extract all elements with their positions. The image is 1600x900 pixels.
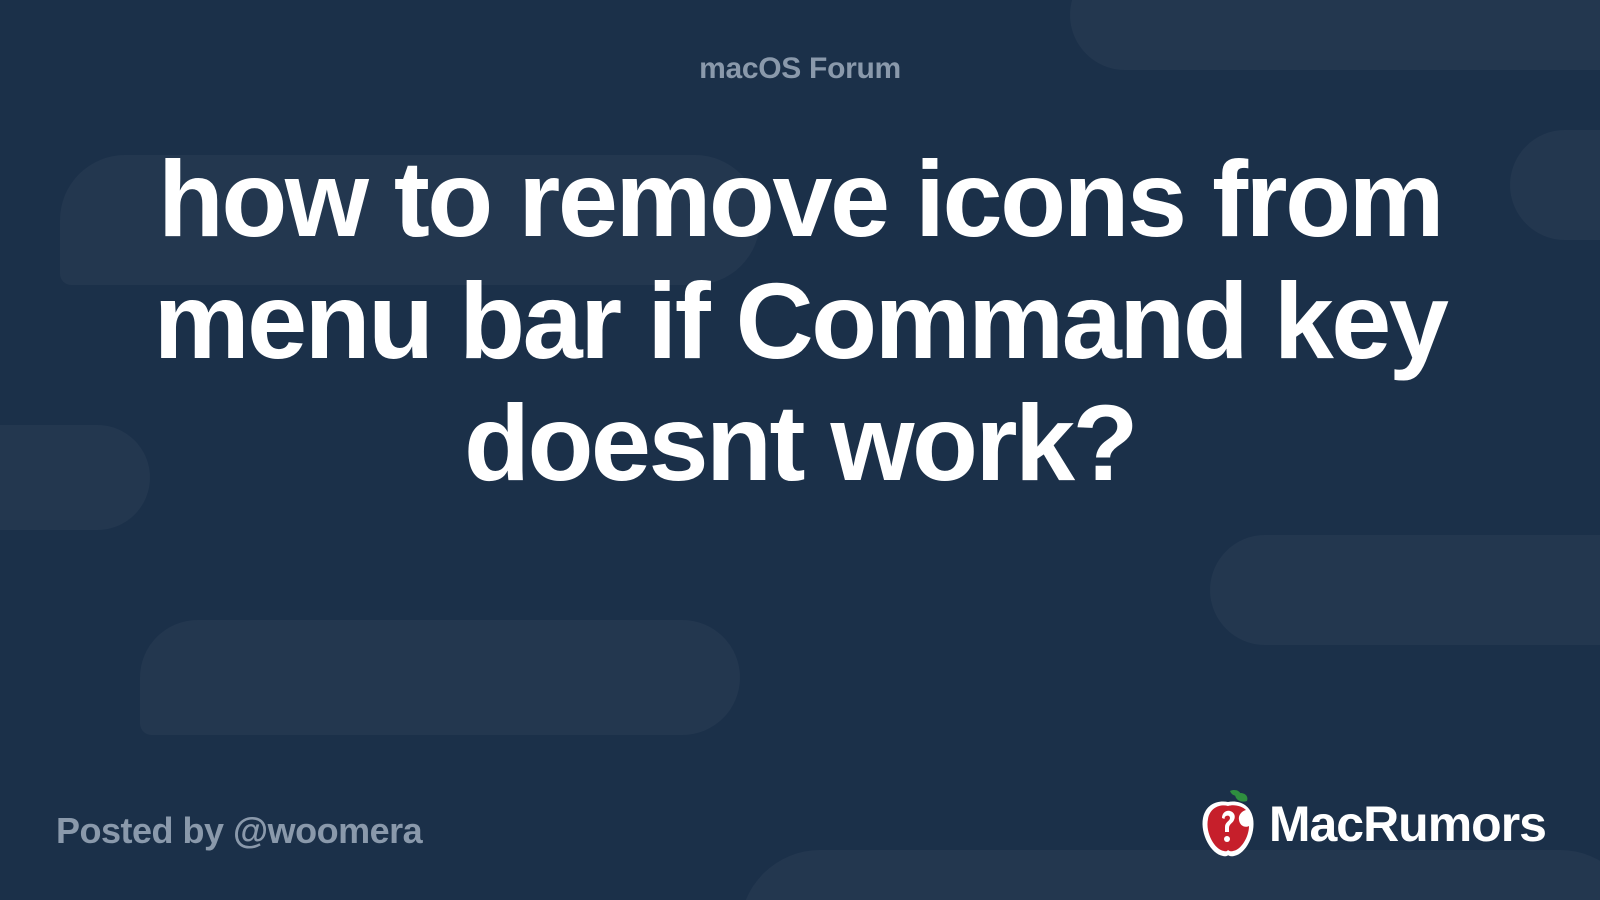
thread-title: how to remove icons from menu bar if Com… [120,138,1480,504]
macrumors-apple-icon [1197,788,1259,860]
posted-by: Posted by @woomera [56,810,422,852]
bg-bubble [1510,130,1600,240]
site-logo: MacRumors [1197,788,1546,860]
bg-bubble [1210,535,1600,645]
bg-bubble [140,620,740,735]
forum-label: macOS Forum [0,52,1600,86]
site-logo-text: MacRumors [1269,795,1546,853]
